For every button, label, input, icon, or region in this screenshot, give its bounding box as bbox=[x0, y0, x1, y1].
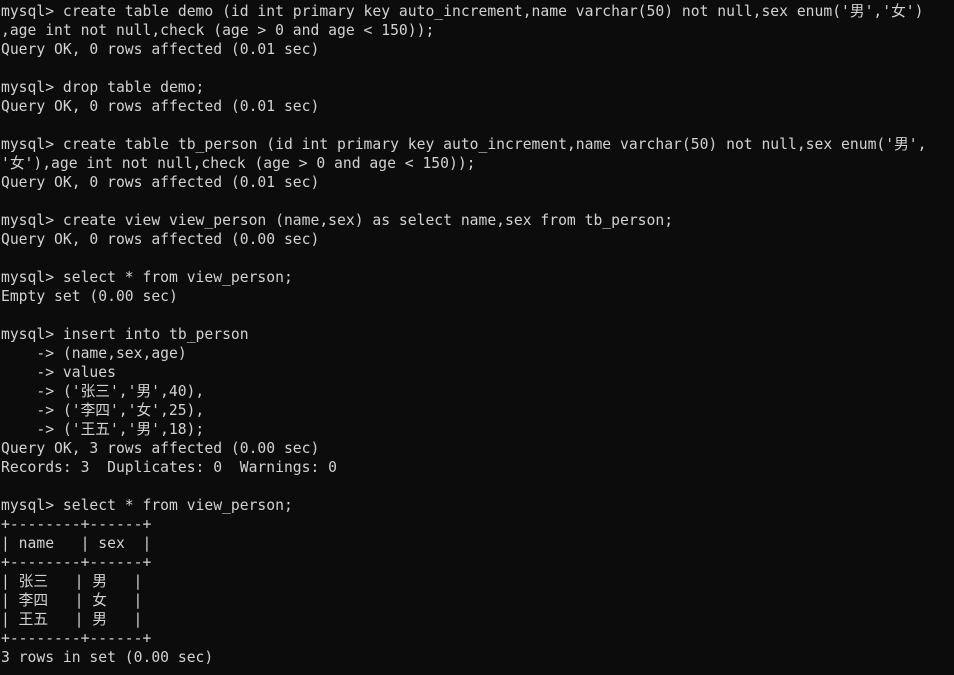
terminal-line: Query OK, 0 rows affected (0.01 sec) bbox=[1, 174, 320, 191]
terminal-line: -> ('李四','女',25), bbox=[1, 402, 205, 419]
terminal-line: -> ('王五','男',18); bbox=[1, 421, 205, 438]
terminal-line: mysql> create view view_person (name,sex… bbox=[1, 212, 674, 229]
terminal-line: 3 rows in set (0.00 sec) bbox=[1, 649, 214, 666]
terminal-line: Empty set (0.00 sec) bbox=[1, 288, 178, 305]
terminal-line: | 王五 | 男 | bbox=[1, 611, 143, 628]
terminal-line: -> (name,sex,age) bbox=[1, 345, 187, 362]
terminal-line: Records: 3 Duplicates: 0 Warnings: 0 bbox=[1, 459, 338, 476]
terminal-line: +--------+------+ bbox=[1, 630, 152, 647]
terminal-line: Query OK, 3 rows affected (0.00 sec) bbox=[1, 440, 320, 457]
terminal-line: -> ('张三','男',40), bbox=[1, 383, 205, 400]
terminal-line: mysql> drop table demo; bbox=[1, 79, 205, 96]
terminal-output[interactable]: mysql> create table demo (id int primary… bbox=[0, 0, 954, 675]
terminal-line: mysql> create table tb_person (id int pr… bbox=[1, 136, 927, 153]
terminal-line: +--------+------+ bbox=[1, 554, 152, 571]
terminal-line: mysql> insert into tb_person bbox=[1, 326, 249, 343]
terminal-line: Query OK, 0 rows affected (0.01 sec) bbox=[1, 41, 320, 58]
terminal-line: mysql> select * from view_person; bbox=[1, 269, 293, 286]
terminal-line: ,age int not null,check (age > 0 and age… bbox=[1, 22, 435, 39]
terminal-line: mysql> select * from view_person; bbox=[1, 497, 293, 514]
terminal-line: | 张三 | 男 | bbox=[1, 573, 143, 590]
terminal-line: '女'),age int not null,check (age > 0 and… bbox=[1, 155, 476, 172]
terminal-line: mysql> create table demo (id int primary… bbox=[1, 3, 924, 20]
terminal-line: Query OK, 0 rows affected (0.00 sec) bbox=[1, 231, 320, 248]
terminal-line: +--------+------+ bbox=[1, 516, 152, 533]
terminal-line: | 李四 | 女 | bbox=[1, 592, 143, 609]
terminal-line: | name | sex | bbox=[1, 535, 152, 552]
terminal-line: Query OK, 0 rows affected (0.01 sec) bbox=[1, 98, 320, 115]
terminal-line: -> values bbox=[1, 364, 116, 381]
